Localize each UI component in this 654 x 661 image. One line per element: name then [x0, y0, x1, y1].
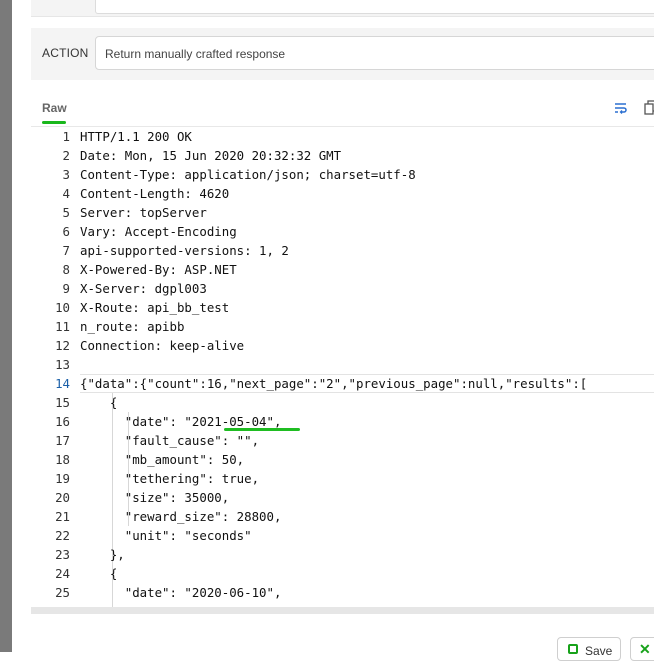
line-number: 20 — [55, 490, 70, 505]
line-number: 5 — [62, 205, 70, 220]
line-number: 11 — [55, 319, 70, 334]
line-number-gutter: 1 2 3 4 5 6 7 8 9 10 11 12 13 14 15 16 17 18 19 20 21 22 23 24 2… — [31, 127, 71, 602]
line-number: 13 — [55, 357, 70, 372]
code-line: "mb_amount": 50, — [80, 452, 245, 467]
date-value-underline — [224, 428, 300, 431]
code-line: Connection: keep-alive — [80, 338, 245, 353]
save-button-label: Save — [585, 644, 613, 658]
code-line: { — [80, 566, 118, 581]
code-line: "unit": "seconds" — [80, 528, 252, 543]
line-number: 6 — [62, 224, 70, 239]
response-editor[interactable]: 1 2 3 4 5 6 7 8 9 10 11 12 13 14 15 16 17 18 19 20 21 22 23 24 2… — [31, 126, 654, 615]
code-line: {"data":{"count":16,"next_page":"2","pre… — [80, 376, 588, 391]
line-number: 12 — [55, 338, 70, 353]
close-icon: ✕ — [639, 641, 651, 657]
line-number: 1 — [62, 129, 70, 144]
line-number: 17 — [55, 433, 70, 448]
line-number: 23 — [55, 547, 70, 562]
code-line: "tethering": true, — [80, 471, 260, 486]
line-number: 2 — [62, 148, 70, 163]
code-line: Date: Mon, 15 Jun 2020 20:32:32 GMT — [80, 148, 342, 163]
code-line: X-Route: api_bb_test — [80, 300, 230, 315]
action-select[interactable]: Return manually crafted response — [95, 36, 654, 70]
line-number: 9 — [62, 281, 70, 296]
top-panel — [31, 0, 654, 17]
line-number: 19 — [55, 471, 70, 486]
code-line: api-supported-versions: 1, 2 — [80, 243, 289, 258]
code-line: Content-Type: application/json; charset=… — [80, 167, 416, 182]
code-line: X-Powered-By: ASP.NET — [80, 262, 237, 277]
line-number: 8 — [62, 262, 70, 277]
line-number: 16 — [55, 414, 70, 429]
line-number: 15 — [55, 395, 70, 410]
code-line: "size": 35000, — [80, 490, 230, 505]
save-button[interactable]: Save — [557, 637, 621, 661]
line-number: 24 — [55, 566, 70, 581]
code-line: { — [80, 395, 118, 410]
line-number: 25 — [55, 585, 70, 600]
code-line: "date": "2020-06-10", — [80, 585, 282, 600]
action-bar: ACTION Return manually crafted response — [31, 28, 654, 80]
line-number: 14 — [55, 376, 70, 391]
copy-icon[interactable] — [644, 100, 654, 116]
left-panel-edge — [0, 0, 12, 652]
line-number: 18 — [55, 452, 70, 467]
action-label: ACTION — [42, 46, 89, 60]
code-line: "fault_cause": "", — [80, 433, 260, 448]
wrap-lines-icon[interactable] — [614, 101, 628, 115]
code-line: "reward_size": 28800, — [80, 509, 282, 524]
code-content[interactable]: HTTP/1.1 200 OK Date: Mon, 15 Jun 2020 20… — [80, 127, 587, 602]
top-input-field[interactable] — [95, 0, 654, 14]
line-number: 7 — [62, 243, 70, 258]
code-line: HTTP/1.1 200 OK — [80, 129, 192, 144]
horizontal-scrollbar[interactable] — [31, 607, 654, 614]
code-line: }, — [80, 547, 125, 562]
line-number: 21 — [55, 509, 70, 524]
code-line: Server: topServer — [80, 205, 207, 220]
tab-active-indicator — [42, 121, 66, 124]
code-line: "date": "2021-05-04", — [80, 414, 282, 429]
code-line: X-Server: dgpl003 — [80, 281, 207, 296]
code-line: Vary: Accept-Encoding — [80, 224, 237, 239]
line-number: 10 — [55, 300, 70, 315]
code-line: Content-Length: 4620 — [80, 186, 230, 201]
tab-raw[interactable]: Raw — [42, 101, 67, 115]
cancel-button[interactable]: ✕ — [630, 637, 654, 661]
action-value: Return manually crafted response — [105, 47, 286, 61]
line-number: 3 — [62, 167, 70, 182]
save-icon — [568, 644, 578, 654]
code-line: n_route: apibb — [80, 319, 185, 334]
line-number: 22 — [55, 528, 70, 543]
line-number: 4 — [62, 186, 70, 201]
